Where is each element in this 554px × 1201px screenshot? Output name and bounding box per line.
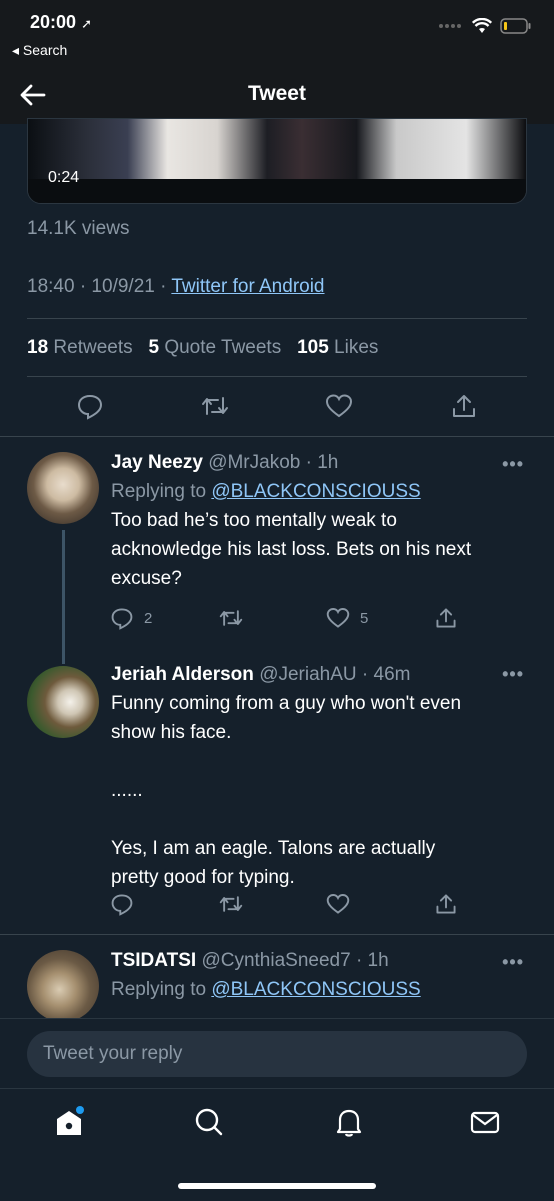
- status-time: 20:00 ➚: [30, 12, 92, 32]
- replying-to-link[interactable]: @BLACKCONSCIOUSS: [211, 979, 420, 1000]
- back-to-search-link[interactable]: ◂ Search: [12, 42, 67, 59]
- system-icons: [438, 18, 532, 34]
- quote-tweets-stat[interactable]: 5 Quote Tweets: [148, 337, 281, 358]
- reply-tweet[interactable]: ••• Jeriah Alderson @JeriahAU · 46m Funn…: [0, 658, 554, 934]
- reply-time: · 1h: [305, 452, 339, 473]
- like-count: 5: [360, 609, 369, 627]
- replying-to: Replying to @BLACKCONSCIOUSS: [111, 979, 421, 1000]
- search-icon[interactable]: [192, 1105, 226, 1139]
- tweet-timestamp: 18:40 · 10/9/21 · Twitter for Android: [27, 276, 325, 298]
- author-handle[interactable]: @CynthiaSneed7: [201, 950, 350, 971]
- home-indicator: [178, 1183, 376, 1189]
- likes-stat[interactable]: 105 Likes: [297, 337, 378, 358]
- author-name[interactable]: TSIDATSI: [111, 950, 196, 971]
- like-icon[interactable]: [325, 392, 355, 422]
- reply-text-line: [111, 805, 530, 834]
- reply-text-line: Yes, I am an eagle. Talons are actually: [111, 838, 436, 859]
- like-button[interactable]: [326, 892, 360, 916]
- reply-content: TSIDATSI @CynthiaSneed7 · 1h Replying to…: [111, 946, 530, 1004]
- retweets-stat[interactable]: 18 Retweets: [27, 337, 133, 358]
- author-name[interactable]: Jeriah Alderson: [111, 664, 254, 685]
- replying-to-link[interactable]: @BLACKCONSCIOUSS: [211, 481, 420, 502]
- like-icon: [326, 892, 350, 916]
- wifi-icon: [472, 18, 492, 34]
- reply-text-line: [111, 747, 530, 776]
- reply-text-line: ......: [111, 780, 143, 801]
- reply-icon: [110, 892, 134, 916]
- avatar[interactable]: [27, 452, 99, 524]
- reply-button[interactable]: [110, 892, 144, 916]
- reply-text-line: excuse?: [111, 568, 182, 589]
- top-nav-bar: Tweet: [0, 64, 554, 124]
- reply-text-line: Too bad he’s too mentally weak to: [111, 510, 397, 531]
- author-handle[interactable]: @JeriahAU: [259, 664, 356, 685]
- tweet-action-bar: [0, 392, 554, 426]
- messages-icon[interactable]: [468, 1105, 502, 1139]
- retweet-icon: [218, 892, 244, 916]
- reply-tweet[interactable]: ••• Jay Neezy @MrJakob · 1h Replying to …: [0, 436, 554, 658]
- like-icon: [326, 606, 350, 630]
- retweet-button[interactable]: [218, 892, 244, 916]
- reply-input[interactable]: Tweet your reply: [27, 1031, 527, 1077]
- avatar[interactable]: [27, 950, 99, 1018]
- reply-text-line: show his face.: [111, 722, 232, 743]
- replying-to: Replying to @BLACKCONSCIOUSS: [111, 481, 421, 502]
- divider: [27, 318, 527, 319]
- reply-time: · 46m: [361, 664, 411, 685]
- video-duration: 0:24: [48, 169, 80, 186]
- reply-icon: [110, 606, 134, 630]
- reply-text-line: pretty good for typing.: [111, 867, 295, 888]
- retweet-icon[interactable]: [200, 392, 230, 422]
- reply-icon[interactable]: [76, 392, 106, 422]
- reply-action-bar: 2 5: [0, 606, 554, 636]
- tweet-source-link[interactable]: Twitter for Android: [171, 276, 324, 297]
- reply-content: Jay Neezy @MrJakob · 1h Replying to @BLA…: [111, 448, 530, 593]
- like-button[interactable]: 5: [326, 606, 368, 630]
- share-icon: [434, 892, 458, 916]
- reply-composer-bar: Tweet your reply: [0, 1018, 554, 1089]
- signal-icon: [438, 22, 464, 30]
- tweet-time-date: 18:40 · 10/9/21 ·: [27, 276, 172, 297]
- reply-input-placeholder: Tweet your reply: [43, 1043, 183, 1064]
- notifications-icon[interactable]: [332, 1105, 366, 1139]
- author-handle[interactable]: @MrJakob: [208, 452, 300, 473]
- page-title: Tweet: [248, 82, 306, 105]
- reply-content: Jeriah Alderson @JeriahAU · 46m Funny co…: [111, 660, 530, 892]
- video-player[interactable]: 0:24: [27, 118, 527, 204]
- status-bar: 20:00 ➚ ◂ Search: [0, 0, 554, 64]
- retweet-button[interactable]: [218, 606, 244, 630]
- home-icon[interactable]: [52, 1105, 86, 1139]
- share-button[interactable]: [434, 606, 458, 630]
- engagement-stats: 18 Retweets 5 Quote Tweets 105 Likes: [27, 337, 378, 359]
- reply-text-line: Funny coming from a guy who won't even: [111, 693, 462, 714]
- divider: [27, 376, 527, 377]
- reply-action-bar: [0, 892, 554, 922]
- view-count: 14.1K views: [27, 218, 130, 239]
- avatar[interactable]: [27, 666, 99, 738]
- thread-line: [62, 658, 65, 664]
- reply-button[interactable]: 2: [110, 606, 152, 630]
- share-icon: [434, 606, 458, 630]
- reply-count: 2: [144, 609, 153, 627]
- reply-time: · 1h: [355, 950, 389, 971]
- battery-icon: [500, 18, 532, 34]
- reply-text-line: acknowledge his last loss. Bets on his n…: [111, 539, 472, 560]
- retweet-icon: [218, 606, 244, 630]
- author-name[interactable]: Jay Neezy: [111, 452, 203, 473]
- share-icon[interactable]: [450, 392, 480, 422]
- reply-tweet[interactable]: ••• TSIDATSI @CynthiaSneed7 · 1h Replyin…: [0, 934, 554, 1018]
- thread-line: [62, 530, 65, 658]
- share-button[interactable]: [434, 892, 458, 916]
- location-arrow-icon: ➚: [81, 16, 92, 31]
